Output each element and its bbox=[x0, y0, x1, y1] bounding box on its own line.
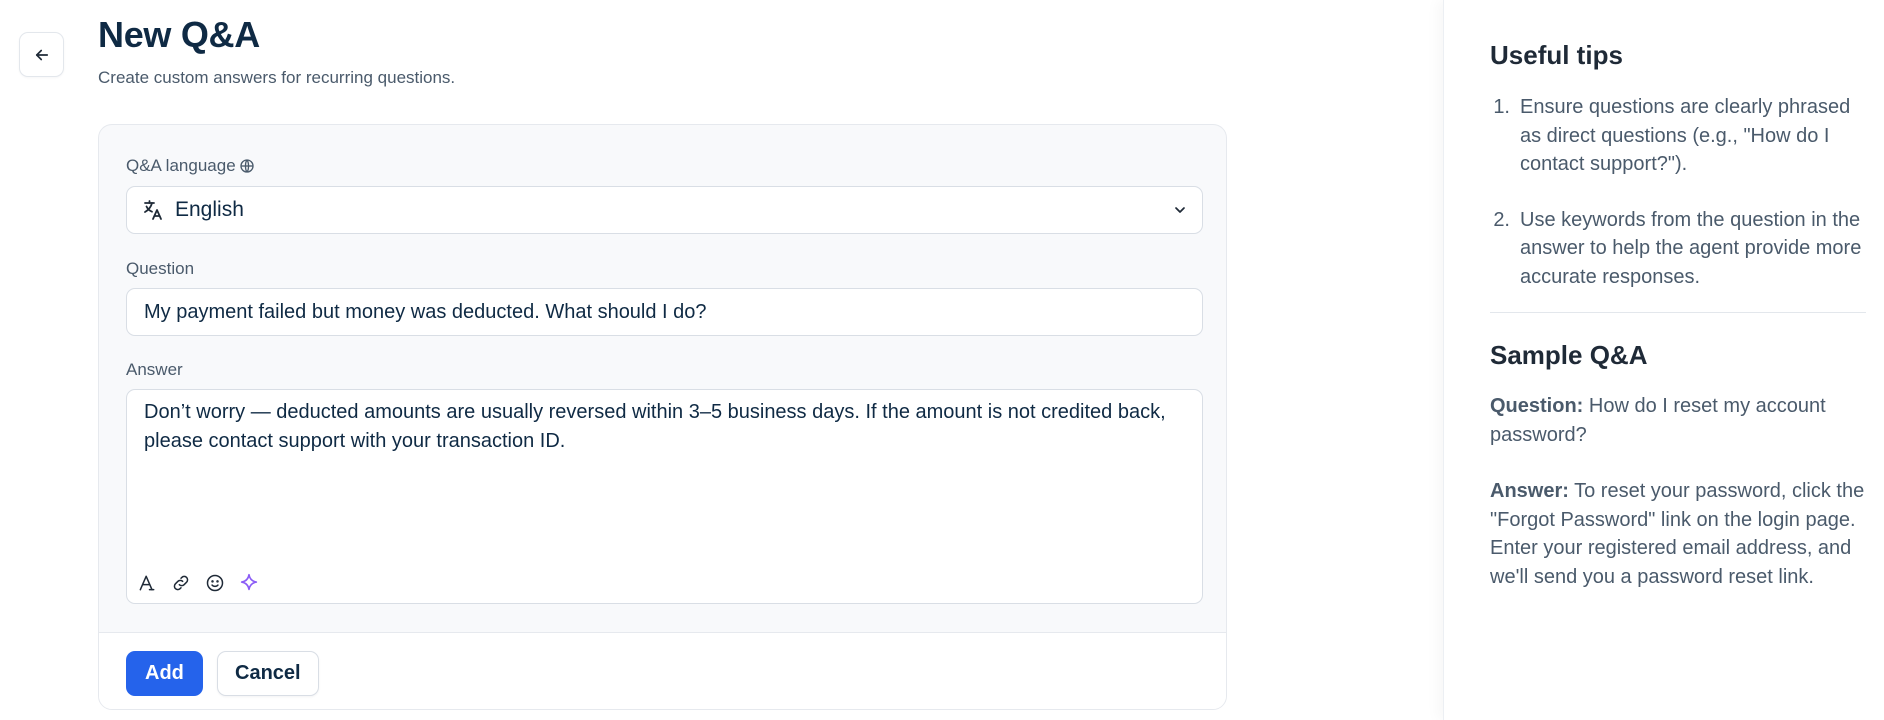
tip-number: 1. bbox=[1493, 96, 1510, 118]
language-value: English bbox=[175, 198, 244, 221]
question-input[interactable]: My payment failed but money was deducted… bbox=[126, 288, 1203, 336]
answer-label: Answer bbox=[126, 360, 183, 379]
link-icon bbox=[173, 575, 189, 591]
text-format-button[interactable] bbox=[135, 571, 159, 595]
globe-icon bbox=[239, 159, 254, 173]
page-subtitle: Create custom answers for recurring ques… bbox=[98, 68, 456, 87]
question-label: Question bbox=[126, 259, 195, 278]
arrow-left-icon bbox=[35, 49, 48, 60]
tip-text: Use keywords from the question in the an… bbox=[1520, 208, 1862, 288]
tips-panel: Useful tips 1. Ensure questions are clea… bbox=[1443, 0, 1884, 720]
chevron-down-icon bbox=[1175, 207, 1185, 213]
answer-toolbar bbox=[135, 571, 261, 595]
translate-icon bbox=[144, 200, 162, 220]
sample-question-label: Question: bbox=[1490, 395, 1584, 417]
link-button[interactable] bbox=[169, 571, 193, 595]
tip-text: Ensure questions are clearly phrased as … bbox=[1520, 96, 1851, 175]
new-qa-page: New Q&A Create custom answers for recurr… bbox=[0, 0, 1884, 720]
tip-number: 2. bbox=[1493, 208, 1510, 231]
sample-answer-label: Answer: bbox=[1490, 480, 1569, 502]
answer-textarea[interactable]: Don’t worry — deducted amounts are usual… bbox=[126, 389, 1203, 604]
tips-title: Useful tips bbox=[1490, 40, 1623, 70]
tips-divider bbox=[1490, 312, 1866, 313]
language-label: Q&A language bbox=[126, 156, 255, 176]
language-label-text: Q&A language bbox=[126, 156, 236, 175]
page-title: New Q&A bbox=[98, 14, 260, 55]
tip-item: 1. Ensure questions are clearly phrased … bbox=[1490, 93, 1870, 179]
back-button[interactable] bbox=[19, 32, 64, 77]
sample-answer: Answer: To reset your password, click th… bbox=[1490, 477, 1870, 591]
tips-list: 1. Ensure questions are clearly phrased … bbox=[1490, 93, 1870, 318]
language-select[interactable]: English bbox=[126, 186, 1203, 234]
sparkle-icon bbox=[240, 573, 258, 591]
form-footer: Add Cancel bbox=[99, 632, 1226, 709]
tip-item: 2. Use keywords from the question in the… bbox=[1490, 206, 1870, 292]
sample-title: Sample Q&A bbox=[1490, 340, 1648, 370]
emoji-icon bbox=[206, 574, 224, 592]
qa-form-card: Q&A language English Question My payment… bbox=[98, 124, 1227, 710]
add-button[interactable]: Add bbox=[126, 651, 203, 696]
sample-question: Question: How do I reset my account pass… bbox=[1490, 392, 1870, 449]
ai-assist-button[interactable] bbox=[237, 571, 261, 595]
emoji-button[interactable] bbox=[203, 571, 227, 595]
cancel-button[interactable]: Cancel bbox=[217, 651, 319, 696]
text-format-icon bbox=[139, 575, 155, 591]
answer-text[interactable]: Don’t worry — deducted amounts are usual… bbox=[144, 398, 1185, 456]
